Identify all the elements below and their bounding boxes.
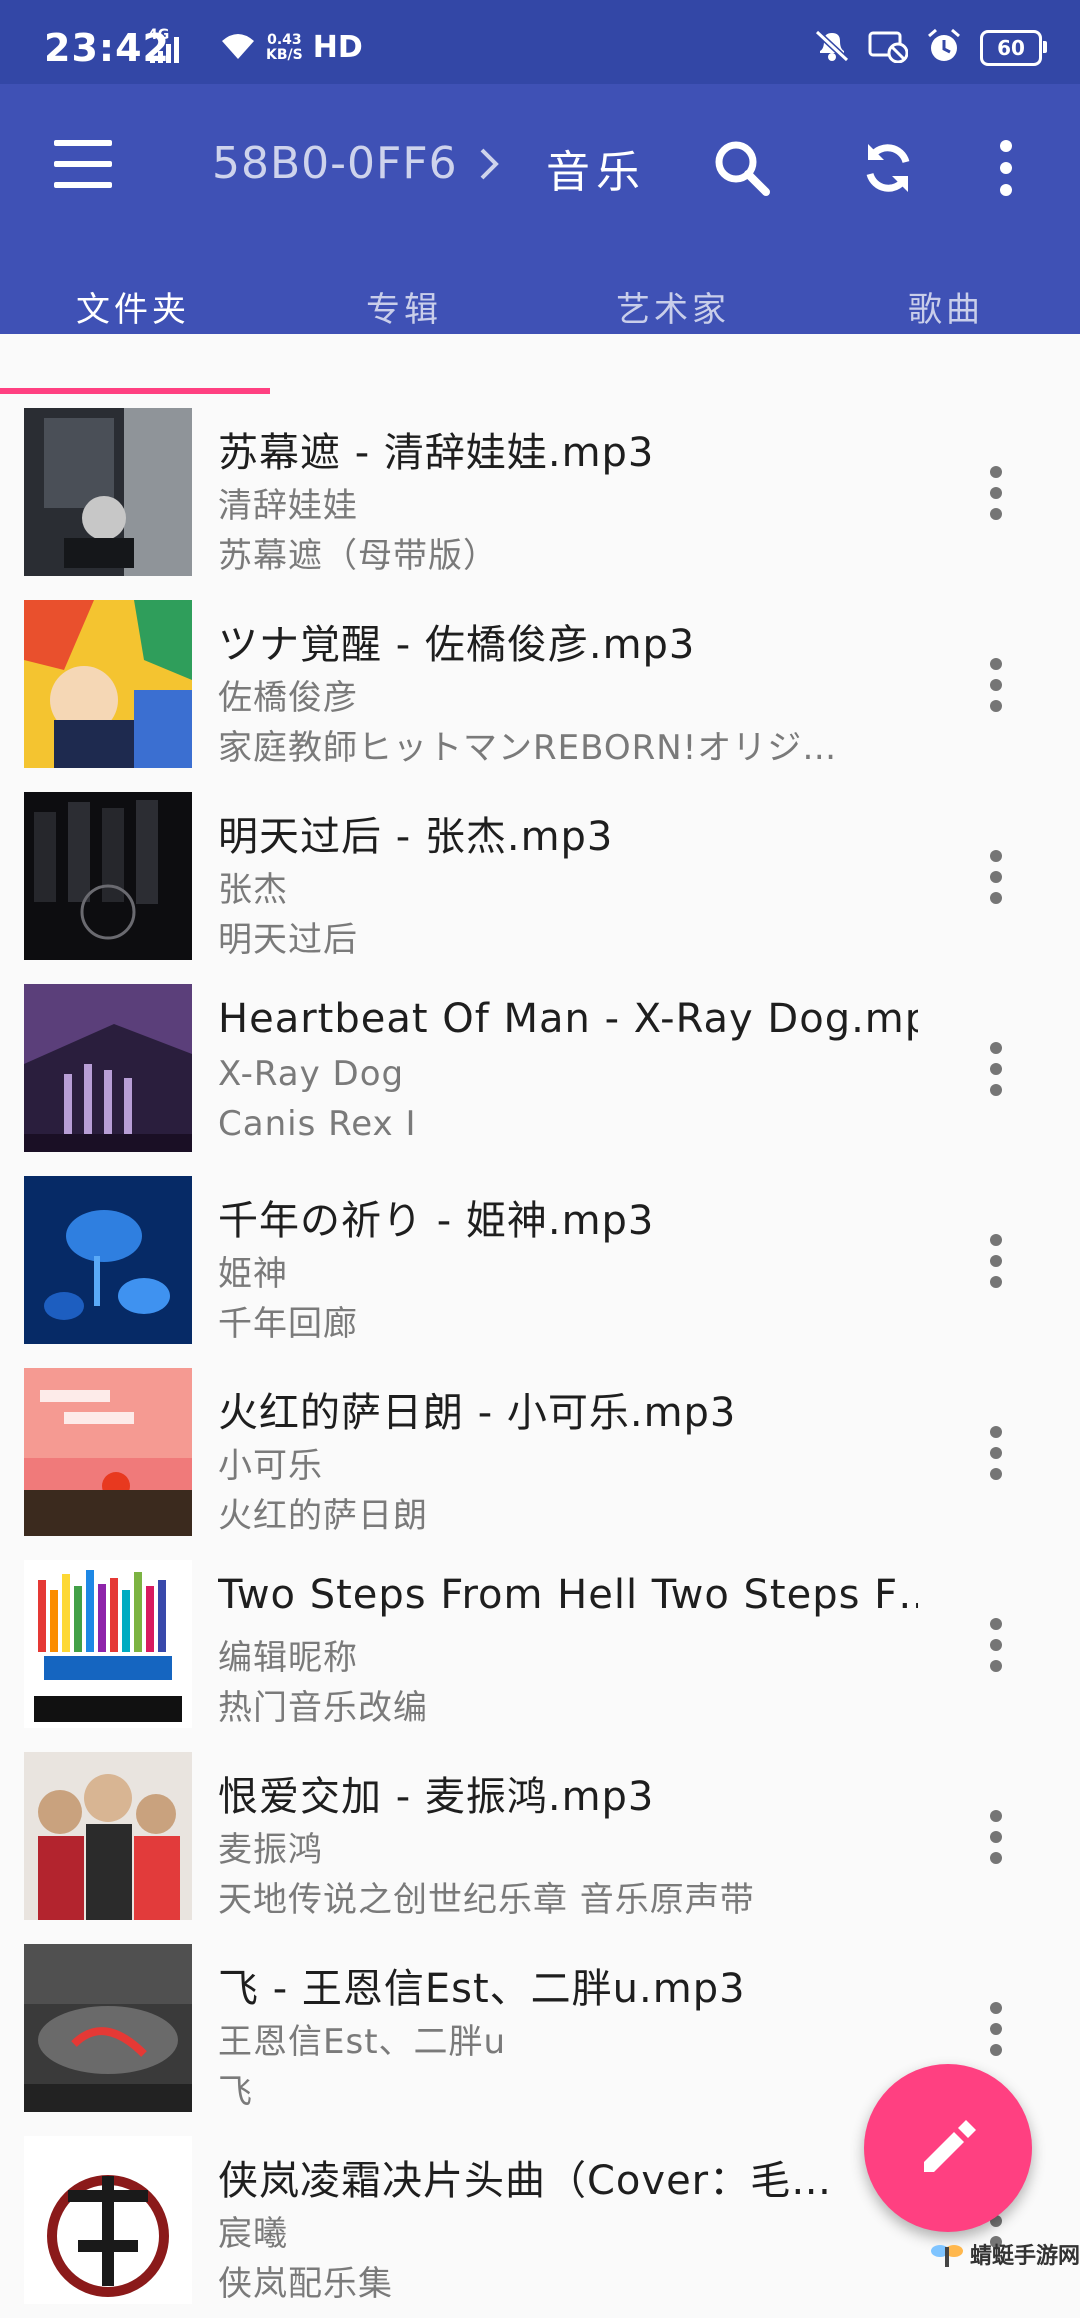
chevron-right-icon [478, 146, 500, 186]
alarm-icon [926, 28, 962, 68]
net-speed: 0.43 KB/S [266, 31, 303, 63]
tab-albums[interactable]: 专辑 [366, 282, 442, 331]
hd-label: HD [312, 30, 363, 65]
breadcrumb-current[interactable]: 音乐 [546, 136, 646, 200]
album-cover [24, 1176, 192, 1344]
song-title: 侠岚凌霜决片头曲（Cover：毛… [218, 2158, 833, 2204]
more-vert-icon[interactable] [972, 1802, 1020, 1872]
song-title: 恨爱交加 - 麦振鸿.mp3 [218, 1774, 655, 1820]
song-title: 火红的萨日朗 - 小可乐.mp3 [218, 1390, 737, 1436]
battery-icon: 60 [980, 30, 1047, 66]
album-cover [24, 1752, 192, 1920]
song-row[interactable]: 火红的萨日朗 - 小可乐.mp3 小可乐 火红的萨日朗 [0, 1358, 1080, 1550]
album-cover [24, 600, 192, 768]
song-artist: 张杰 [218, 870, 288, 910]
song-album: 苏幕遮（母带版） [218, 536, 498, 576]
tab-indicator [0, 388, 270, 394]
song-row[interactable]: 千年の祈り - 姫神.mp3 姫神 千年回廊 [0, 1166, 1080, 1358]
song-album: 侠岚配乐集 [218, 2264, 393, 2304]
song-title: Two Steps From Hell Two Steps F… [218, 1572, 918, 1618]
album-cover [24, 984, 192, 1152]
song-artist: X-Ray Dog [218, 1054, 405, 1094]
song-album: 火红的萨日朗 [218, 1496, 428, 1536]
song-artist: 编辑昵称 [218, 1638, 358, 1678]
more-options-icon[interactable] [982, 136, 1030, 200]
more-vert-icon[interactable] [972, 650, 1020, 720]
more-vert-icon[interactable] [972, 1226, 1020, 1296]
refresh-icon[interactable] [856, 136, 920, 200]
song-album: 飞 [218, 2072, 253, 2112]
album-cover [24, 1560, 192, 1728]
song-title: 苏幕遮 - 清辞娃娃.mp3 [218, 430, 655, 476]
song-artist: 佐橋俊彦 [218, 678, 358, 718]
more-vert-icon[interactable] [972, 1034, 1020, 1104]
song-album: Canis Rex I [218, 1104, 417, 1144]
song-row[interactable]: 明天过后 - 张杰.mp3 张杰 明天过后 [0, 782, 1080, 974]
song-title: 明天过后 - 张杰.mp3 [218, 814, 614, 860]
category-tabs: 文件夹 专辑 艺术家 歌曲 [0, 282, 1080, 334]
watermark-text: 蜻蜓手游网 [970, 2244, 1080, 2269]
status-left-icons: 4G 0.43 KB/S HD [148, 27, 363, 66]
breadcrumb-storage-id[interactable]: 58B0-0FF6 [212, 138, 458, 189]
wifi-icon [220, 31, 256, 65]
more-vert-icon[interactable] [972, 1610, 1020, 1680]
song-album: 热门音乐改编 [218, 1688, 428, 1728]
menu-icon[interactable] [54, 140, 112, 188]
album-cover [24, 1944, 192, 2112]
status-bar: 23:42 4G 0.43 KB/S HD 60 [0, 0, 1080, 84]
tab-artists[interactable]: 艺术家 [616, 282, 730, 331]
album-cover [24, 2136, 192, 2304]
song-row[interactable]: Two Steps From Hell Two Steps F… 编辑昵称 热门… [0, 1550, 1080, 1742]
song-title: 千年の祈り - 姫神.mp3 [218, 1198, 655, 1244]
status-right-icons: 60 [814, 28, 1047, 68]
song-album: 天地传说之创世纪乐章 音乐原声带 [218, 1880, 755, 1920]
song-title: ツナ覚醒 - 佐橋俊彦.mp3 [218, 622, 696, 668]
dragonfly-logo-icon [931, 2245, 963, 2267]
song-row[interactable]: Heartbeat Of Man - X-Ray Dog.mp3 X-Ray D… [0, 974, 1080, 1166]
app-toolbar: 58B0-0FF6 音乐 文件夹 专辑 艺术家 歌曲 [0, 84, 1080, 334]
signal-icon: 4G [148, 27, 192, 65]
album-cover [24, 1368, 192, 1536]
watermark: 蜻蜓手游网 [930, 2238, 1080, 2270]
album-cover [24, 408, 192, 576]
edit-pencil-icon [924, 2120, 976, 2172]
song-row[interactable]: 苏幕遮 - 清辞娃娃.mp3 清辞娃娃 苏幕遮（母带版） [0, 398, 1080, 590]
song-album: 千年回廊 [218, 1304, 358, 1344]
more-vert-icon[interactable] [972, 1418, 1020, 1488]
album-cover [24, 792, 192, 960]
song-artist: 小可乐 [218, 1446, 323, 1486]
network-type: 4G [148, 26, 170, 43]
cast-off-icon [868, 29, 909, 67]
song-artist: 麦振鸿 [218, 1830, 323, 1870]
song-row[interactable]: ツナ覚醒 - 佐橋俊彦.mp3 佐橋俊彦 家庭教師ヒットマンREBORN!オリジ… [0, 590, 1080, 782]
more-vert-icon[interactable] [972, 842, 1020, 912]
tab-songs[interactable]: 歌曲 [908, 282, 984, 331]
song-artist: 清辞娃娃 [218, 486, 358, 526]
tab-folders[interactable]: 文件夹 [76, 282, 190, 331]
mute-icon [814, 29, 850, 67]
song-artist: 姫神 [218, 1254, 288, 1294]
song-title: Heartbeat Of Man - X-Ray Dog.mp3 [218, 996, 918, 1042]
song-row[interactable]: 恨爱交加 - 麦振鸿.mp3 麦振鸿 天地传说之创世纪乐章 音乐原声带 [0, 1742, 1080, 1934]
song-title: 飞 - 王恩信Est、二胖u.mp3 [218, 1966, 746, 2012]
search-icon[interactable] [710, 136, 774, 200]
edit-fab-button[interactable] [864, 2064, 1032, 2232]
song-artist: 王恩信Est、二胖u [218, 2022, 507, 2062]
more-vert-icon[interactable] [972, 458, 1020, 528]
song-artist: 宸曦 [218, 2214, 288, 2254]
song-album: 家庭教師ヒットマンREBORN!オリジ… [218, 728, 838, 768]
more-vert-icon[interactable] [972, 1994, 1020, 2064]
song-album: 明天过后 [218, 920, 358, 960]
